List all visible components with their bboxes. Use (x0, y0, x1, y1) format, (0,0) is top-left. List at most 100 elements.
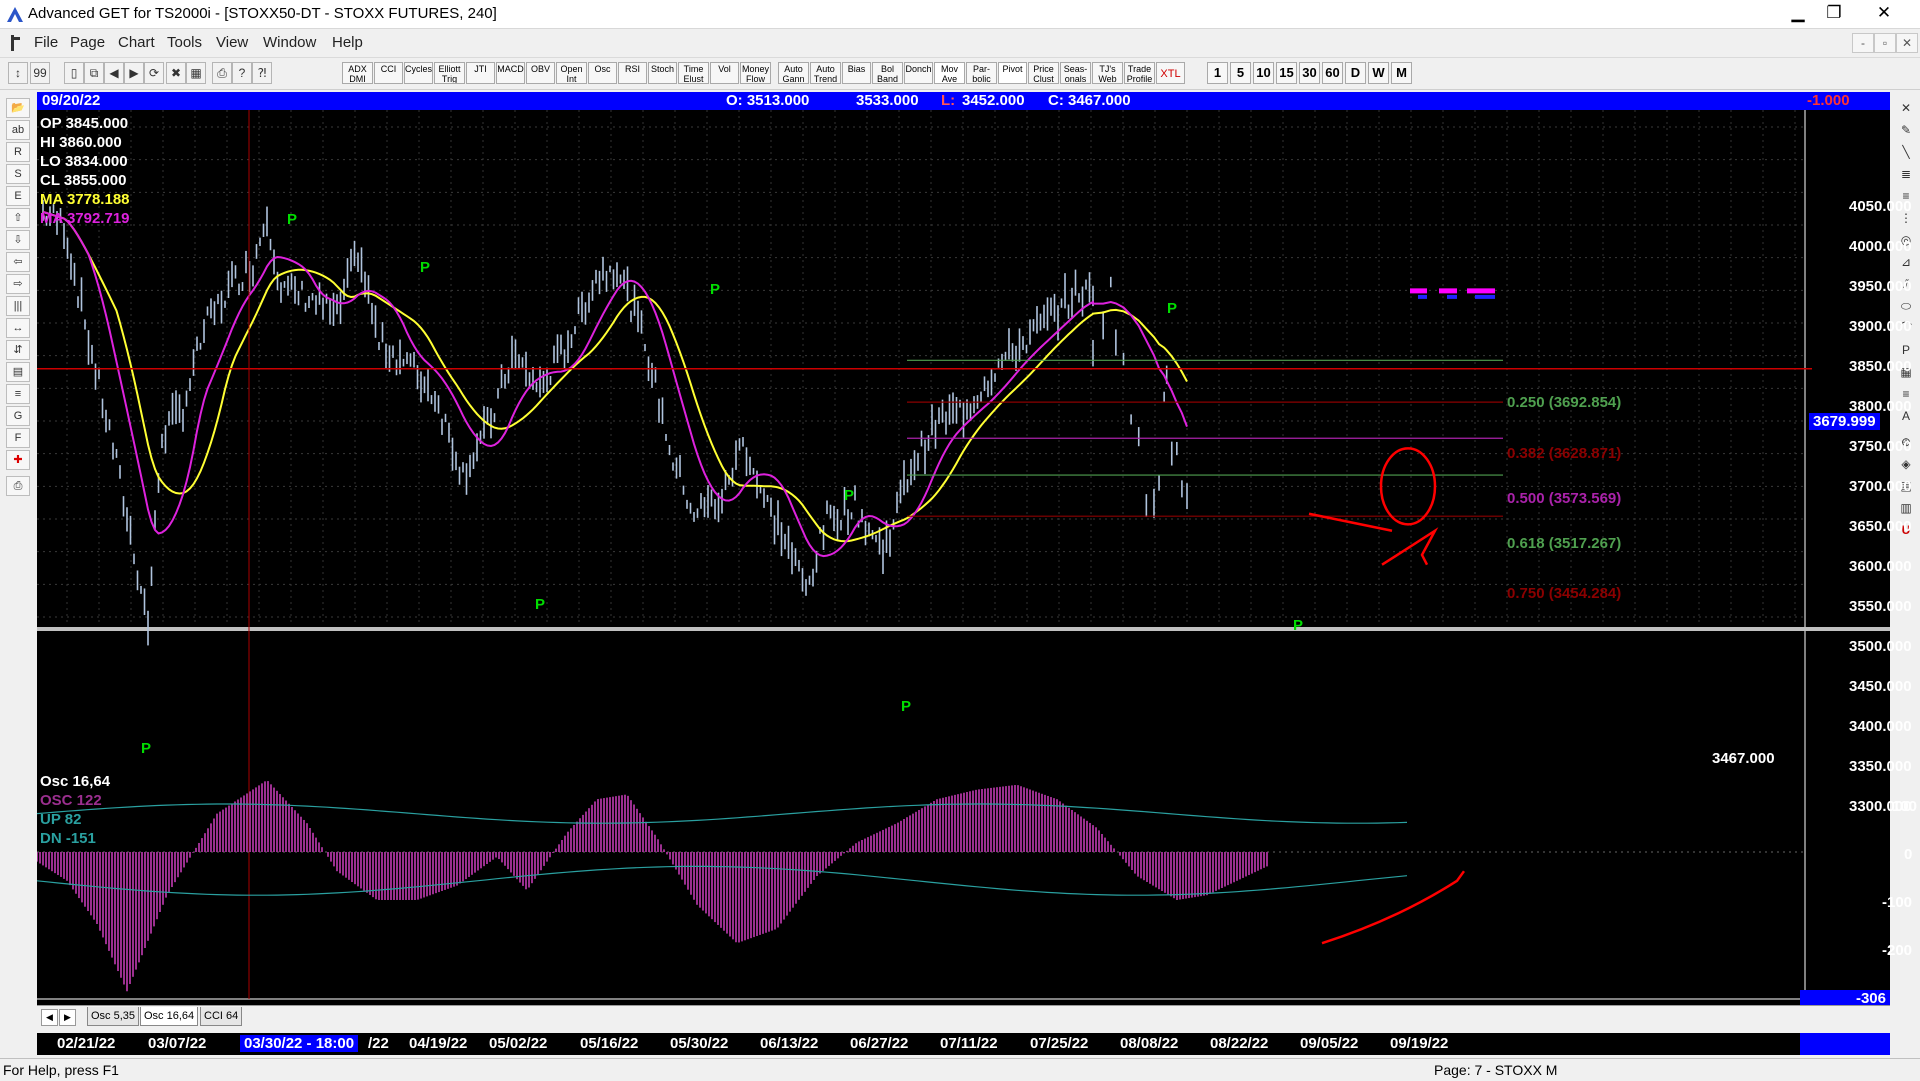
study-icon[interactable]: S (6, 164, 30, 184)
mdi-minimize-button[interactable]: - (1852, 33, 1874, 53)
menu-file[interactable]: File (34, 34, 58, 51)
fib-retracement-icon[interactable]: ≣ (1896, 164, 1916, 184)
print-small-icon[interactable]: ⎙ (6, 476, 30, 496)
study-button-open-int[interactable]: Open Int (556, 62, 587, 84)
links-icon[interactable]: ab (6, 120, 30, 140)
study-button-xtl[interactable]: XTL (1156, 62, 1185, 84)
study-button-bol-band[interactable]: Bol Band (872, 62, 903, 84)
context-help-icon[interactable]: ⁈ (252, 62, 272, 84)
study-button-trade-profile[interactable]: Trade Profile (1124, 62, 1155, 84)
fib-time-icon[interactable]: ⋮ (1896, 208, 1916, 228)
eraser-icon[interactable]: ◈ (1896, 454, 1916, 474)
back-icon[interactable]: ◀ (104, 62, 124, 84)
grid-icon[interactable]: ▦ (186, 62, 206, 84)
menu-page[interactable]: Page (70, 34, 105, 51)
circle-tool-icon[interactable]: ◎ (1896, 230, 1916, 250)
interval-button-15[interactable]: 15 (1276, 62, 1297, 84)
arrow-right-icon[interactable]: ⇨ (6, 274, 30, 294)
study-button-auto-gann[interactable]: Auto Gann (778, 62, 809, 84)
study-button-adx-dmi[interactable]: ADX DMI (342, 62, 373, 84)
study-button-cycles[interactable]: Cycles (404, 62, 433, 84)
open-folder-icon[interactable]: 📂 (6, 98, 30, 118)
arc-tool-icon[interactable]: ⌒ (1896, 318, 1916, 338)
menu-view[interactable]: View (216, 34, 248, 51)
tab-osc-16-64[interactable]: Osc 16,64 (140, 1007, 199, 1026)
info-icon[interactable]: ? (232, 62, 252, 84)
study-button-osc[interactable]: Osc (588, 62, 617, 84)
channel-tool-icon[interactable]: ⫽ (1896, 274, 1916, 294)
tab-cci-64[interactable]: CCI 64 (200, 1007, 243, 1026)
study-button-money-flow[interactable]: Money Flow (740, 62, 771, 84)
menu-help[interactable]: Help (332, 34, 363, 51)
study-button-price-clust[interactable]: Price Clust (1028, 62, 1059, 84)
arrow-down-icon[interactable]: ⇩ (6, 230, 30, 250)
elliott-icon[interactable]: E (6, 186, 30, 206)
gann-icon[interactable]: G (6, 406, 30, 426)
interval-button-d[interactable]: D (1345, 62, 1366, 84)
study-button-mov-ave[interactable]: Mov Ave (934, 62, 965, 84)
compress-icon[interactable]: ⇵ (6, 340, 30, 360)
study-button-elliott-trig[interactable]: Elliott Trig (434, 62, 465, 84)
study-button-vol[interactable]: Vol (710, 62, 739, 84)
bars-icon[interactable]: ||| (6, 296, 30, 316)
study-button-pivot[interactable]: Pivot (998, 62, 1027, 84)
interval-button-30[interactable]: 30 (1299, 62, 1320, 84)
menu-window[interactable]: Window (263, 34, 316, 51)
zoom-icon[interactable]: ⊕ (1896, 432, 1916, 452)
fib-icon[interactable]: F (6, 428, 30, 448)
interval-button-w[interactable]: W (1368, 62, 1389, 84)
line-tool-icon[interactable]: ╲ (1896, 142, 1916, 162)
mob-tool-icon[interactable]: ≡ (1896, 384, 1916, 404)
crosshair-icon[interactable]: ✚ (6, 450, 30, 470)
new-page-icon[interactable]: ▯ (64, 62, 84, 84)
pointer-icon[interactable]: ↕ (8, 62, 28, 84)
chart-window[interactable] (36, 92, 1890, 1016)
study-button-tj-s-web[interactable]: TJ's Web (1092, 62, 1123, 84)
tab-prev-button[interactable]: ◀ (41, 1009, 58, 1026)
magnet-icon[interactable]: U (1896, 520, 1916, 540)
interval-button-60[interactable]: 60 (1322, 62, 1343, 84)
interval-button-1[interactable]: 1 (1207, 62, 1228, 84)
fan-tool-icon[interactable]: ⊿ (1896, 252, 1916, 272)
study-button-cci[interactable]: CCI (374, 62, 403, 84)
interval-button-5[interactable]: 5 (1230, 62, 1251, 84)
arrow-left-icon[interactable]: ⇦ (6, 252, 30, 272)
refresh-icon[interactable]: ⟳ (144, 62, 164, 84)
table-icon[interactable]: ▤ (6, 362, 30, 382)
study-button-auto-trend[interactable]: Auto Trend (810, 62, 841, 84)
study-button-seas-onals[interactable]: Seas- onals (1060, 62, 1091, 84)
interval-button-m[interactable]: M (1391, 62, 1412, 84)
pencil-icon[interactable]: ✎ (1896, 120, 1916, 140)
copy-icon[interactable]: ⧉ (84, 62, 104, 84)
delete-tool-icon[interactable]: ✕ (1896, 98, 1916, 118)
interval-button-10[interactable]: 10 (1253, 62, 1274, 84)
list-icon[interactable]: ▤ (1896, 476, 1916, 496)
help-cursor-icon[interactable]: 99 (30, 62, 50, 84)
study-button-stoch[interactable]: Stoch (648, 62, 677, 84)
study-button-par-bolic[interactable]: Par- bolic (966, 62, 997, 84)
study-button-jti[interactable]: JTI (466, 62, 495, 84)
mdi-restore-button[interactable]: ▫ (1874, 33, 1896, 53)
close-button[interactable]: ✕ (1866, 0, 1902, 28)
print-icon[interactable]: ⎙ (212, 62, 232, 84)
tab-next-button[interactable]: ▶ (59, 1009, 76, 1026)
study-button-obv[interactable]: OBV (526, 62, 555, 84)
fib-extension-icon[interactable]: ≡ (1896, 186, 1916, 206)
mdi-close-button[interactable]: ✕ (1896, 33, 1918, 53)
ellipse-tool-icon[interactable]: ⬭ (1896, 296, 1916, 316)
menu-chart[interactable]: Chart (118, 34, 155, 51)
study-button-donch[interactable]: Donch (904, 62, 933, 84)
tab-osc-5-35[interactable]: Osc 5,35 (87, 1007, 140, 1026)
text-tool-icon[interactable]: A (1896, 406, 1916, 426)
pti-tool-icon[interactable]: P (1896, 340, 1916, 360)
delete-icon[interactable]: ✖ (166, 62, 186, 84)
forward-icon[interactable]: ▶ (124, 62, 144, 84)
study-button-time-elust[interactable]: Time Elust (678, 62, 709, 84)
expand-icon[interactable]: ↔ (6, 318, 30, 338)
grid-tool-icon[interactable]: ▦ (1896, 362, 1916, 382)
menu-tools[interactable]: Tools (167, 34, 202, 51)
ruler-icon[interactable]: ▥ (1896, 498, 1916, 518)
study-button-macd[interactable]: MACD (496, 62, 525, 84)
minimize-button[interactable]: ▁ (1780, 0, 1816, 28)
maximize-button[interactable]: ❐ (1816, 0, 1852, 28)
